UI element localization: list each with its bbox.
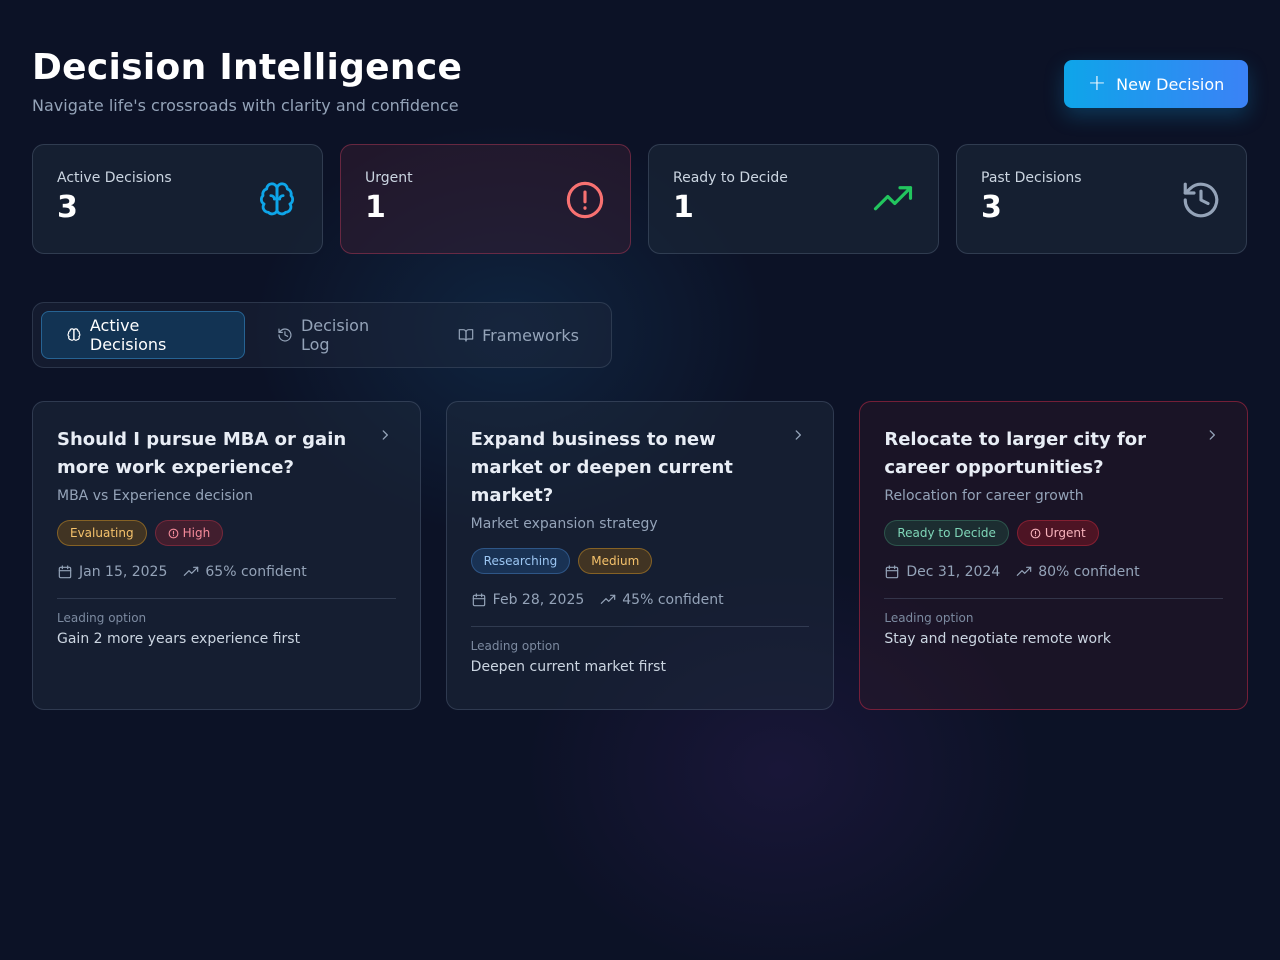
decision-confidence: 65% confident [205, 564, 307, 580]
status-badge-label: Researching [483, 554, 558, 568]
new-decision-button[interactable]: + New Decision [1064, 60, 1248, 108]
card-divider [470, 626, 810, 627]
badge-row: Ready to Decide Urgent [884, 520, 1223, 546]
decision-date: Dec 31, 2024 [906, 564, 1001, 580]
decision-subtitle: MBA vs Experience decision [57, 488, 253, 504]
page-header: Decision Intelligence Navigate life's cr… [32, 46, 1248, 126]
decision-meta: Dec 31, 2024 80% confident [884, 564, 1223, 580]
trending-up-icon [600, 594, 616, 604]
tab-label: Active Decisions [89, 316, 167, 354]
chevron-right-icon [1209, 430, 1215, 440]
alert-circle-icon [168, 528, 178, 538]
card-divider [884, 598, 1224, 599]
tab-bar: Active Decisions Decision Log Frameworks [32, 302, 612, 368]
priority-badge-label: High [182, 526, 211, 540]
decision-subtitle: Relocation for career growth [884, 488, 1084, 504]
decision-meta: Feb 28, 2025 45% confident [471, 592, 810, 608]
brain-icon [259, 182, 295, 216]
leading-option-value: Gain 2 more years experience first [57, 631, 301, 647]
decision-confidence: 45% confident [622, 592, 724, 608]
stat-card-past: Past Decisions 3 [956, 144, 1247, 254]
history-icon [1183, 182, 1219, 218]
decision-card[interactable]: Relocate to larger city for career oppor… [859, 401, 1249, 710]
plus-icon: + [1087, 71, 1107, 96]
leading-option-label: Leading option [57, 611, 147, 625]
alert-circle-icon [566, 181, 604, 219]
decision-confidence: 80% confident [1038, 564, 1140, 580]
chevron-right-icon [382, 430, 388, 440]
trending-up-icon [873, 186, 913, 211]
decision-meta: Jan 15, 2025 65% confident [57, 564, 396, 580]
status-badge: Ready to Decide [884, 520, 1009, 546]
decision-date: Feb 28, 2025 [492, 592, 585, 608]
decision-subtitle: Market expansion strategy [470, 516, 658, 532]
stats-row: Active Decisions 3 Urgent 1 Ready to Dec… [32, 144, 1248, 254]
calendar-icon [472, 593, 485, 607]
history-icon [278, 328, 292, 342]
leading-option-value: Stay and negotiate remote work [884, 631, 1111, 647]
badge-row: Evaluating High [57, 520, 396, 546]
new-decision-label: New Decision [1116, 74, 1225, 94]
decision-title: Expand business to new market or deepen … [470, 429, 733, 506]
tab-label: Decision Log [300, 316, 370, 354]
calendar-icon [886, 565, 899, 579]
priority-badge-label: Medium [591, 554, 640, 568]
calendar-icon [58, 565, 72, 579]
trending-up-icon [1016, 566, 1032, 576]
priority-badge: High [154, 520, 224, 546]
priority-badge-label: Urgent [1044, 526, 1086, 540]
dashboard: Decision Intelligence Navigate life's cr… [32, 0, 1249, 960]
status-badge-label: Evaluating [70, 526, 134, 540]
priority-badge: Medium [578, 548, 653, 574]
decision-card[interactable]: Should I pursue MBA or gain more work ex… [32, 401, 421, 710]
priority-badge: Urgent [1016, 520, 1099, 546]
decision-cards: Should I pursue MBA or gain more work ex… [32, 401, 1249, 710]
tab-label: Frameworks [482, 325, 579, 345]
badge-row: Researching Medium [470, 548, 810, 574]
decision-date: Jan 15, 2025 [79, 564, 168, 580]
decision-card[interactable]: Expand business to new market or deepen … [445, 401, 835, 710]
decision-title: Should I pursue MBA or gain more work ex… [57, 429, 347, 478]
stat-card-urgent: Urgent 1 [340, 144, 631, 254]
tab-frameworks[interactable]: Frameworks [434, 311, 603, 359]
tab-decision-log[interactable]: Decision Log [253, 311, 426, 359]
chevron-right-icon [795, 430, 802, 440]
book-icon [458, 329, 474, 342]
decision-title: Relocate to larger city for career oppor… [884, 429, 1147, 478]
leading-option-label: Leading option [884, 611, 974, 625]
brain-icon [67, 328, 81, 341]
status-badge-label: Ready to Decide [897, 526, 996, 540]
leading-option-value: Deepen current market first [470, 659, 666, 675]
alert-circle-icon [1030, 528, 1041, 538]
leading-option-label: Leading option [470, 639, 560, 653]
stat-card-ready: Ready to Decide 1 [648, 144, 939, 254]
stat-card-active: Active Decisions 3 [32, 144, 323, 254]
trending-up-icon [184, 566, 199, 576]
card-divider [57, 598, 396, 599]
status-badge: Researching [470, 548, 571, 574]
status-badge: Evaluating [57, 520, 147, 546]
tab-active-decisions[interactable]: Active Decisions [41, 311, 246, 359]
